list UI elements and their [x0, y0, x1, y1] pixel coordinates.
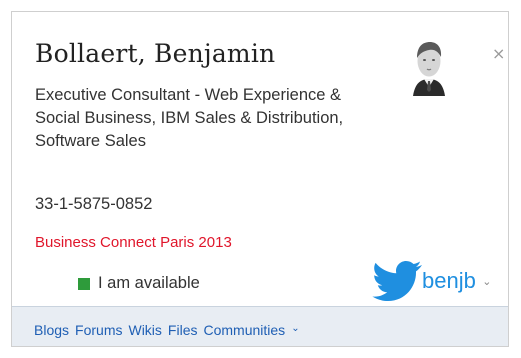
status-text: I am available	[98, 274, 200, 292]
profile-job-title: Executive Consultant - Web Experience & …	[35, 86, 344, 150]
footer-link-files[interactable]: Files	[168, 322, 198, 338]
business-card-popup: Bollaert, Benjamin Executive Consultant …	[11, 11, 509, 347]
twitter-handle[interactable]: benjb	[422, 268, 476, 294]
profile-name[interactable]: Bollaert, Benjamin	[35, 39, 275, 68]
twitter-bird-icon	[372, 261, 422, 301]
profile-phone: 33-1-5875-0852	[35, 195, 153, 213]
footer-link-communities[interactable]: Communities	[203, 322, 285, 338]
close-icon[interactable]: ×	[492, 46, 505, 62]
footer-link-wikis[interactable]: Wikis	[128, 322, 161, 338]
footer-link-forums[interactable]: Forums	[75, 322, 122, 338]
chevron-down-icon[interactable]: ⌄	[291, 324, 299, 334]
event-link[interactable]: Business Connect Paris 2013	[35, 234, 232, 251]
availability-status: I am available	[78, 274, 200, 293]
footer-links: Blogs Forums Wikis Files Communities ⌄	[34, 322, 300, 338]
chevron-down-icon[interactable]: ⌄	[482, 276, 492, 287]
person-avatar-icon	[399, 34, 459, 96]
status-indicator-icon	[78, 277, 90, 290]
profile-photo	[399, 34, 459, 96]
twitter-link[interactable]: benjb ⌄	[372, 260, 492, 302]
footer-nav: Blogs Forums Wikis Files Communities ⌄	[12, 306, 508, 346]
footer-link-blogs[interactable]: Blogs	[34, 322, 69, 338]
